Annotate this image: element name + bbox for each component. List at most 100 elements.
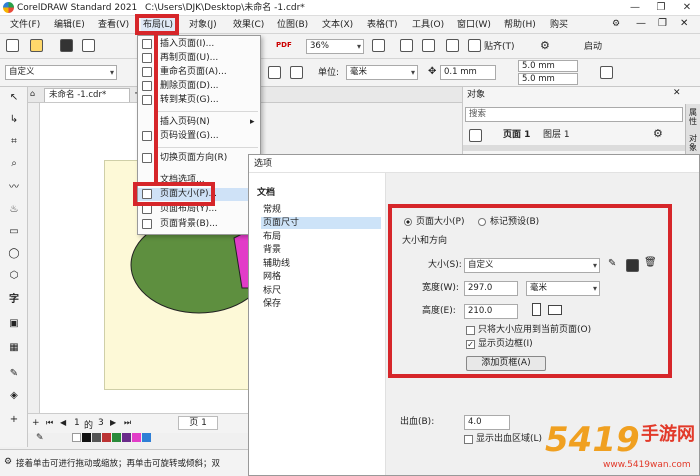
tree-item-rulers[interactable]: 标尺 bbox=[263, 285, 281, 297]
properties-side-tab[interactable]: 属性 bbox=[689, 108, 698, 126]
document-tab[interactable]: 未命名 -1.cdr* bbox=[44, 88, 130, 102]
eyedropper-icon[interactable]: ✎ bbox=[36, 433, 44, 443]
watermark-logo: 5419 手游网 www.5419wan.com bbox=[545, 418, 700, 476]
frame-icon[interactable] bbox=[600, 66, 613, 79]
menu-window[interactable]: 窗口(W) bbox=[455, 18, 493, 32]
full-screen-icon[interactable] bbox=[372, 39, 385, 52]
grid-icon[interactable] bbox=[422, 39, 435, 52]
ellipse-tool-icon[interactable]: ◯ bbox=[7, 247, 21, 261]
menu-page-background[interactable]: 页面背景(B)... bbox=[138, 218, 260, 231]
open-folder-icon[interactable] bbox=[30, 39, 43, 52]
artistic-media-icon[interactable]: ♨ bbox=[7, 203, 21, 217]
swatch-magenta[interactable] bbox=[132, 433, 141, 442]
tree-item-grid[interactable]: 网格 bbox=[263, 271, 281, 283]
swatch-none[interactable] bbox=[72, 433, 81, 442]
tree-item-save[interactable]: 保存 bbox=[263, 298, 281, 310]
menu-buy[interactable]: 购买 bbox=[548, 18, 570, 32]
tree-item-layout[interactable]: 布局 bbox=[263, 231, 281, 243]
minimize-button[interactable]: — bbox=[622, 0, 648, 16]
swatch-gray[interactable] bbox=[92, 433, 101, 442]
highlight-page-size-settings bbox=[388, 204, 672, 378]
rectangle-tool-icon[interactable]: ▭ bbox=[7, 225, 21, 239]
menu-effects[interactable]: 效果(C) bbox=[231, 18, 266, 32]
pick-tool-icon[interactable]: ↖ bbox=[7, 91, 21, 105]
total-pages: 3 bbox=[98, 418, 104, 428]
duplicate-x-input[interactable]: 5.0 mm bbox=[518, 60, 578, 72]
options-tree: 文档 常规 页面尺寸 布局 背景 辅助线 网格 标尺 保存 bbox=[249, 173, 386, 475]
fill-tool-icon[interactable]: ◈ bbox=[7, 389, 21, 403]
swatch-purple[interactable] bbox=[122, 433, 131, 442]
objects-page-name[interactable]: 页面 1 bbox=[503, 129, 530, 141]
menu-help[interactable]: 帮助(H) bbox=[502, 18, 538, 32]
add-page-icon[interactable]: + bbox=[32, 418, 40, 428]
landscape-icon[interactable] bbox=[290, 66, 303, 79]
page-tab-1[interactable]: 页 1 bbox=[178, 416, 218, 430]
swatch-green[interactable] bbox=[112, 433, 121, 442]
menu-table[interactable]: 表格(T) bbox=[365, 18, 400, 32]
eyedropper-tool-icon[interactable]: ✎ bbox=[7, 367, 21, 381]
docker-settings-icon[interactable]: ⚙ bbox=[653, 127, 663, 140]
duplicate-y-input[interactable]: 5.0 mm bbox=[518, 73, 578, 85]
docker-close-icon[interactable]: ✕ bbox=[673, 88, 681, 98]
crop-tool-icon[interactable]: ⌗ bbox=[7, 135, 21, 149]
shadow-tool-icon[interactable]: ▣ bbox=[7, 317, 21, 331]
freehand-tool-icon[interactable]: 〰 bbox=[7, 181, 21, 195]
tree-item-page-size[interactable]: 页面尺寸 bbox=[261, 217, 381, 229]
text-tool-icon[interactable]: 字 bbox=[7, 293, 21, 307]
next-page-icon[interactable]: ▶ bbox=[110, 418, 116, 427]
zoom-level-select[interactable]: 36% bbox=[306, 39, 364, 54]
nudge-distance-input[interactable]: 0.1 mm bbox=[440, 65, 496, 80]
swatch-red[interactable] bbox=[102, 433, 111, 442]
show-bleed-checkbox[interactable] bbox=[464, 435, 473, 444]
gear-icon[interactable]: ⚙ bbox=[612, 19, 620, 29]
swatch-blue[interactable] bbox=[142, 433, 151, 442]
objects-search-input[interactable]: 搜索 bbox=[465, 107, 683, 122]
close-doc-icon[interactable]: ✕ bbox=[680, 18, 688, 29]
portrait-icon[interactable] bbox=[268, 66, 281, 79]
bleed-input[interactable]: 4.0 bbox=[464, 415, 510, 430]
menu-file[interactable]: 文件(F) bbox=[8, 18, 42, 32]
menu-separator bbox=[158, 111, 258, 112]
maximize-button[interactable]: ❐ bbox=[648, 0, 674, 16]
guidelines-icon[interactable] bbox=[446, 39, 459, 52]
launch-label[interactable]: 启动 bbox=[584, 42, 602, 53]
tree-item-background[interactable]: 背景 bbox=[263, 244, 281, 256]
plus-icon[interactable]: + bbox=[7, 413, 21, 427]
menu-edit[interactable]: 编辑(E) bbox=[52, 18, 87, 32]
transparency-tool-icon[interactable]: ▦ bbox=[7, 341, 21, 355]
objects-side-tab[interactable]: 对象 bbox=[689, 134, 698, 152]
tree-item-guidelines[interactable]: 辅助线 bbox=[263, 258, 290, 270]
last-page-icon[interactable]: ⏭ bbox=[124, 418, 131, 428]
docker-scrollbar[interactable] bbox=[463, 145, 687, 151]
menu-view[interactable]: 查看(V) bbox=[96, 18, 131, 32]
snap-icon[interactable] bbox=[468, 39, 481, 52]
pdf-export-icon[interactable]: PDF bbox=[276, 41, 292, 49]
first-page-icon[interactable]: ⏮ bbox=[46, 418, 53, 428]
status-settings-icon[interactable]: ⚙ bbox=[4, 457, 12, 467]
menu-bitmaps[interactable]: 位图(B) bbox=[275, 18, 310, 32]
prev-page-icon[interactable]: ◀ bbox=[60, 418, 66, 427]
home-icon[interactable]: ⌂ bbox=[30, 89, 35, 98]
property-bar: 自定义 单位: 毫米 ✥ 0.1 mm 5.0 mm 5.0 mm bbox=[0, 59, 700, 87]
print-icon[interactable] bbox=[82, 39, 95, 52]
units-select[interactable]: 毫米 bbox=[346, 65, 418, 80]
options-gear-icon[interactable]: ⚙ bbox=[540, 39, 550, 53]
zoom-tool-icon[interactable]: ⌕ bbox=[7, 157, 21, 171]
close-button[interactable]: ✕ bbox=[674, 0, 700, 16]
polygon-tool-icon[interactable]: ⬡ bbox=[7, 269, 21, 283]
rulers-icon[interactable] bbox=[400, 39, 413, 52]
tree-item-general[interactable]: 常规 bbox=[263, 204, 281, 216]
menu-text[interactable]: 文本(X) bbox=[320, 18, 355, 32]
tree-section-document[interactable]: 文档 bbox=[257, 185, 275, 198]
menu-object[interactable]: 对象(J) bbox=[187, 18, 219, 32]
save-icon[interactable] bbox=[60, 39, 73, 52]
restore-doc-icon[interactable]: ❐ bbox=[658, 18, 667, 29]
shape-tool-icon[interactable]: ↳ bbox=[7, 113, 21, 127]
objects-layer-name[interactable]: 图层 1 bbox=[543, 129, 570, 141]
minimize-doc-icon[interactable]: — bbox=[636, 18, 646, 29]
menu-tools[interactable]: 工具(O) bbox=[410, 18, 446, 32]
snap-to-label[interactable]: 贴齐(T) bbox=[484, 42, 515, 53]
page-preset-select[interactable]: 自定义 bbox=[5, 65, 117, 80]
swatch-black[interactable] bbox=[82, 433, 91, 442]
new-document-icon[interactable] bbox=[6, 39, 19, 52]
